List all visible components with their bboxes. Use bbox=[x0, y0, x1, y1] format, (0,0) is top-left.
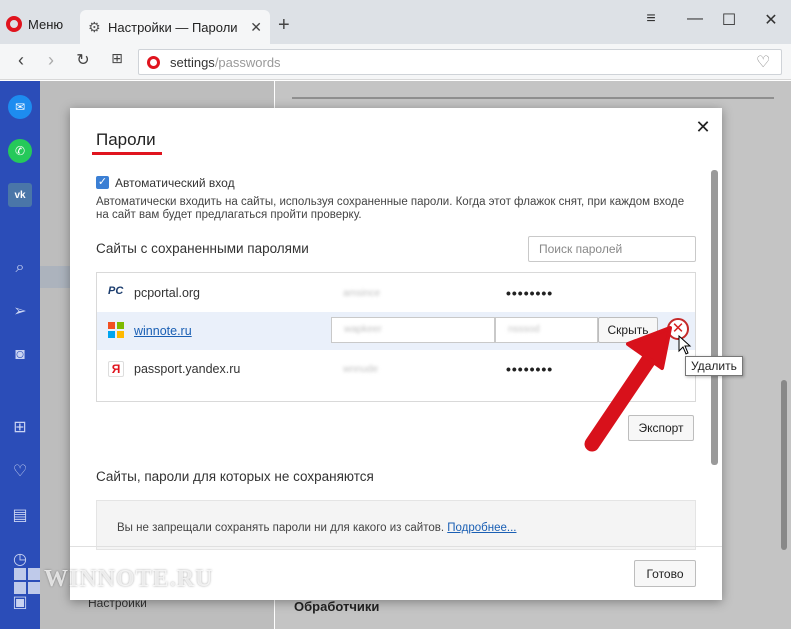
auto-login-checkbox[interactable]: ✓ bbox=[96, 176, 109, 189]
handlers-heading: Обработчики bbox=[294, 599, 380, 614]
windows-logo-icon bbox=[14, 568, 40, 594]
mouse-cursor-icon bbox=[678, 335, 692, 355]
yandex-favicon-icon: Я bbox=[108, 361, 124, 377]
dialog-scrollbar[interactable] bbox=[711, 170, 718, 465]
settings-divider bbox=[292, 97, 774, 99]
tab-title: Настройки — Пароли bbox=[108, 19, 238, 35]
new-tab-button[interactable]: + bbox=[278, 14, 290, 37]
url-path: /passwords bbox=[214, 54, 281, 70]
never-saved-text: Вы не запрещали сохранять пароли ни для … bbox=[117, 522, 516, 534]
dialog-close-button[interactable]: ✕ bbox=[693, 117, 713, 138]
window-close-button[interactable]: ✕ bbox=[756, 10, 786, 30]
minimize-button[interactable]: — bbox=[680, 10, 710, 28]
send-icon[interactable]: ➢ bbox=[8, 299, 32, 323]
menu-label: Меню bbox=[28, 16, 64, 32]
password-masked: •••••••• bbox=[506, 361, 554, 377]
dialog-title: Пароли bbox=[96, 130, 156, 149]
auto-login-label: Автоматический вход bbox=[115, 176, 235, 190]
red-arrow-annotation bbox=[584, 326, 672, 452]
tab-close-icon[interactable]: ✕ bbox=[250, 19, 262, 36]
opera-logo-icon bbox=[6, 16, 22, 32]
whatsapp-icon[interactable]: ✆ bbox=[8, 139, 32, 163]
winnote-favicon-icon bbox=[108, 322, 124, 338]
username-edit-field[interactable]: wapkeer bbox=[331, 317, 495, 343]
tab-menu-icon[interactable]: ≡ bbox=[636, 10, 666, 28]
vk-icon[interactable]: vk bbox=[8, 183, 32, 207]
site-link[interactable]: winnote.ru bbox=[134, 324, 192, 338]
site-name: pcportal.org bbox=[134, 286, 201, 300]
gear-icon: ⚙ bbox=[88, 19, 101, 35]
back-button[interactable]: ‹ bbox=[10, 50, 32, 71]
search-icon[interactable]: ⌕ bbox=[8, 256, 32, 280]
never-saved-message: Вы не запрещали сохранять пароли ни для … bbox=[117, 522, 445, 534]
opera-menu-button[interactable]: Меню bbox=[6, 12, 63, 36]
bookmark-heart-icon[interactable]: ♡ bbox=[756, 52, 770, 72]
search-passwords-input[interactable] bbox=[528, 236, 696, 262]
news-icon[interactable]: ▤ bbox=[8, 503, 32, 527]
dialog-footer-divider bbox=[70, 546, 722, 547]
password-masked: •••••••• bbox=[506, 285, 554, 301]
site-name: passport.yandex.ru bbox=[134, 362, 241, 376]
pcportal-favicon-icon: PC bbox=[108, 285, 124, 297]
address-bar[interactable]: settings/passwords bbox=[138, 49, 782, 75]
auto-login-description: Автоматически входить на сайты, использу… bbox=[96, 196, 685, 221]
camera-icon[interactable]: ◙ bbox=[8, 343, 32, 367]
done-button[interactable]: Готово bbox=[634, 560, 696, 587]
tab-settings-passwords[interactable]: ⚙ Настройки — Пароли ✕ bbox=[80, 10, 270, 44]
username-blurred: amsince bbox=[343, 288, 381, 299]
messenger-icon[interactable]: ✉ bbox=[8, 95, 32, 119]
speed-dial-icon[interactable]: ⊞ bbox=[106, 50, 128, 67]
watermark-text: WINNOTE.RU bbox=[44, 566, 214, 592]
forward-button[interactable]: › bbox=[40, 50, 62, 71]
url-host: settings bbox=[170, 54, 215, 70]
speed-dial-sidebar-icon[interactable]: ⊞ bbox=[8, 415, 32, 439]
heart-icon[interactable]: ♡ bbox=[8, 459, 32, 483]
maximize-button[interactable]: ☐ bbox=[714, 10, 744, 30]
username-blurred: wnnude bbox=[343, 364, 379, 375]
export-button[interactable]: Экспорт bbox=[628, 415, 694, 441]
never-saved-heading: Сайты, пароли для которых не сохраняются bbox=[96, 469, 374, 484]
delete-tooltip: Удалить bbox=[685, 356, 743, 376]
opera-site-icon bbox=[147, 55, 160, 69]
title-underline-annotation bbox=[92, 152, 162, 155]
learn-more-link[interactable]: Подробнее... bbox=[447, 522, 516, 534]
saved-passwords-heading: Сайты с сохраненными паролями bbox=[96, 241, 309, 256]
page-scrollbar[interactable] bbox=[781, 380, 787, 550]
reload-button[interactable]: ↻ bbox=[72, 50, 94, 70]
